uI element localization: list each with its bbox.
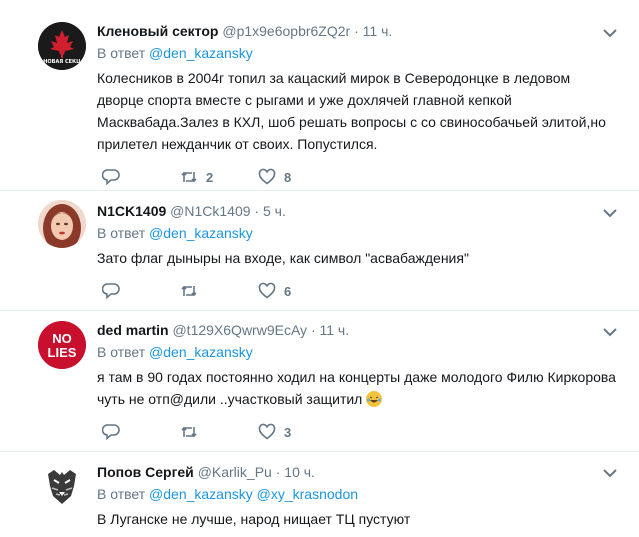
tweet-text: Колесников в 2004г топил за кацаский мир… [97,70,606,152]
reply-context: В ответ @den_kazansky [97,342,619,362]
tweet-text: я там в 90 годах постоянно ходил на конц… [97,366,619,410]
like-icon [258,423,276,440]
avatar[interactable] [38,200,86,248]
timestamp[interactable]: 11 ч. [363,23,393,39]
chevron-down-icon[interactable] [603,327,617,337]
reply-context: В ответ @den_kazansky @xy_krasnodon [97,484,619,504]
reply-button[interactable] [102,282,180,300]
reply-button[interactable] [102,168,180,186]
tweet-header: N1CK1409 @N1Ck1409 · 5 ч. [97,201,619,221]
tweet-text-body: я там в 90 годах постоянно ходил на конц… [97,369,616,407]
reply-icon [102,424,120,441]
reply-prefix: В ответ [97,45,146,61]
like-count: 8 [284,169,292,185]
svg-text:LIES: LIES [48,345,77,360]
separator: · [254,203,260,219]
display-name[interactable]: N1CK1409 [97,203,166,219]
avatar[interactable] [38,462,86,510]
display-name[interactable]: ded martin [97,322,169,338]
retweet-button[interactable] [180,282,258,300]
laughing-emoji-icon [366,391,383,407]
username[interactable]: @N1Ck1409 [170,203,250,219]
tweet-actions: 6 [102,281,619,301]
retweet-icon [181,285,197,297]
username[interactable]: @t129X6Qwrw9EcAy [172,322,307,338]
portrait-avatar-icon [38,200,86,248]
tweet-actions: 2 8 [102,167,619,187]
display-name[interactable]: Попов Сергей [97,464,194,480]
maple-leaf-logo-icon: НОВАЯ СЕКЦ [38,22,86,70]
no-lies-logo-icon: NO LIES [38,321,86,369]
timestamp[interactable]: 5 ч. [263,203,286,219]
timestamp[interactable]: 10 ч. [284,464,315,480]
display-name[interactable]: Кленовый сектор [97,23,218,39]
reply-context: В ответ @den_kazansky [97,223,619,243]
chevron-down-icon[interactable] [603,28,617,38]
reply-to-link[interactable]: @den_kazansky [149,45,253,61]
reply-button[interactable] [102,423,180,441]
like-count: 3 [284,424,292,440]
reply-to-link[interactable]: @den_kazansky [149,225,253,241]
reply-to-link[interactable]: @den_kazansky [149,344,253,360]
like-button[interactable]: 8 [258,168,336,186]
tweet[interactable]: NO LIES ded martin @t129X6Qwrw9EcAy · 11… [0,311,639,452]
reply-icon [102,283,120,300]
avatar[interactable]: NO LIES [38,321,86,369]
username[interactable]: @Karlik_Pu [198,464,272,480]
reply-to-link[interactable]: @xy_krasnodon [257,486,358,502]
tweet-actions: 3 [102,422,619,442]
username[interactable]: @p1x9e6opbr6ZQ2r [222,23,350,39]
like-button[interactable]: 3 [258,423,336,441]
reply-icon [102,169,120,186]
retweet-count: 2 [206,169,214,185]
separator: · [354,23,359,39]
separator: · [310,322,316,338]
like-icon [258,168,276,185]
chevron-down-icon[interactable] [603,208,617,218]
svg-text:НОВАЯ СЕКЦ: НОВАЯ СЕКЦ [43,59,81,65]
retweet-button[interactable]: 2 [180,168,258,186]
tweet-header: ded martin @t129X6Qwrw9EcAy · 11 ч. [97,320,619,340]
reply-prefix: В ответ [97,486,146,502]
like-button[interactable]: 6 [258,282,336,300]
reply-prefix: В ответ [97,344,146,360]
tiger-avatar-icon [38,462,86,510]
reply-prefix: В ответ [97,225,146,241]
retweet-button[interactable] [180,423,258,441]
retweet-icon [181,426,197,438]
chevron-down-icon[interactable] [603,468,617,478]
tweet-header: Кленовый сектор @p1x9e6opbr6ZQ2r · 11 ч. [97,21,619,41]
tweet-header: Попов Сергей @Karlik_Pu · 10 ч. [97,462,619,482]
tweet-text: В Луганске не лучше, народ нищает ТЦ пус… [97,511,411,527]
avatar[interactable]: НОВАЯ СЕКЦ [38,22,86,70]
like-count: 6 [284,283,292,299]
tweet[interactable]: Попов Сергей @Karlik_Pu · 10 ч. В ответ … [0,452,639,537]
svg-text:NO: NO [52,331,72,346]
tweet[interactable]: НОВАЯ СЕКЦ Кленовый сектор @p1x9e6opbr6Z… [0,0,639,191]
like-icon [258,282,276,299]
tweet[interactable]: N1CK1409 @N1Ck1409 · 5 ч. В ответ @den_k… [0,191,639,311]
timestamp[interactable]: 11 ч. [320,322,350,338]
separator: · [275,464,281,480]
retweet-icon [181,171,197,183]
reply-context: В ответ @den_kazansky [97,43,619,63]
tweet-text: Зато флаг дыныры на входе, как символ "а… [97,250,469,266]
reply-to-link[interactable]: @den_kazansky [149,486,253,502]
